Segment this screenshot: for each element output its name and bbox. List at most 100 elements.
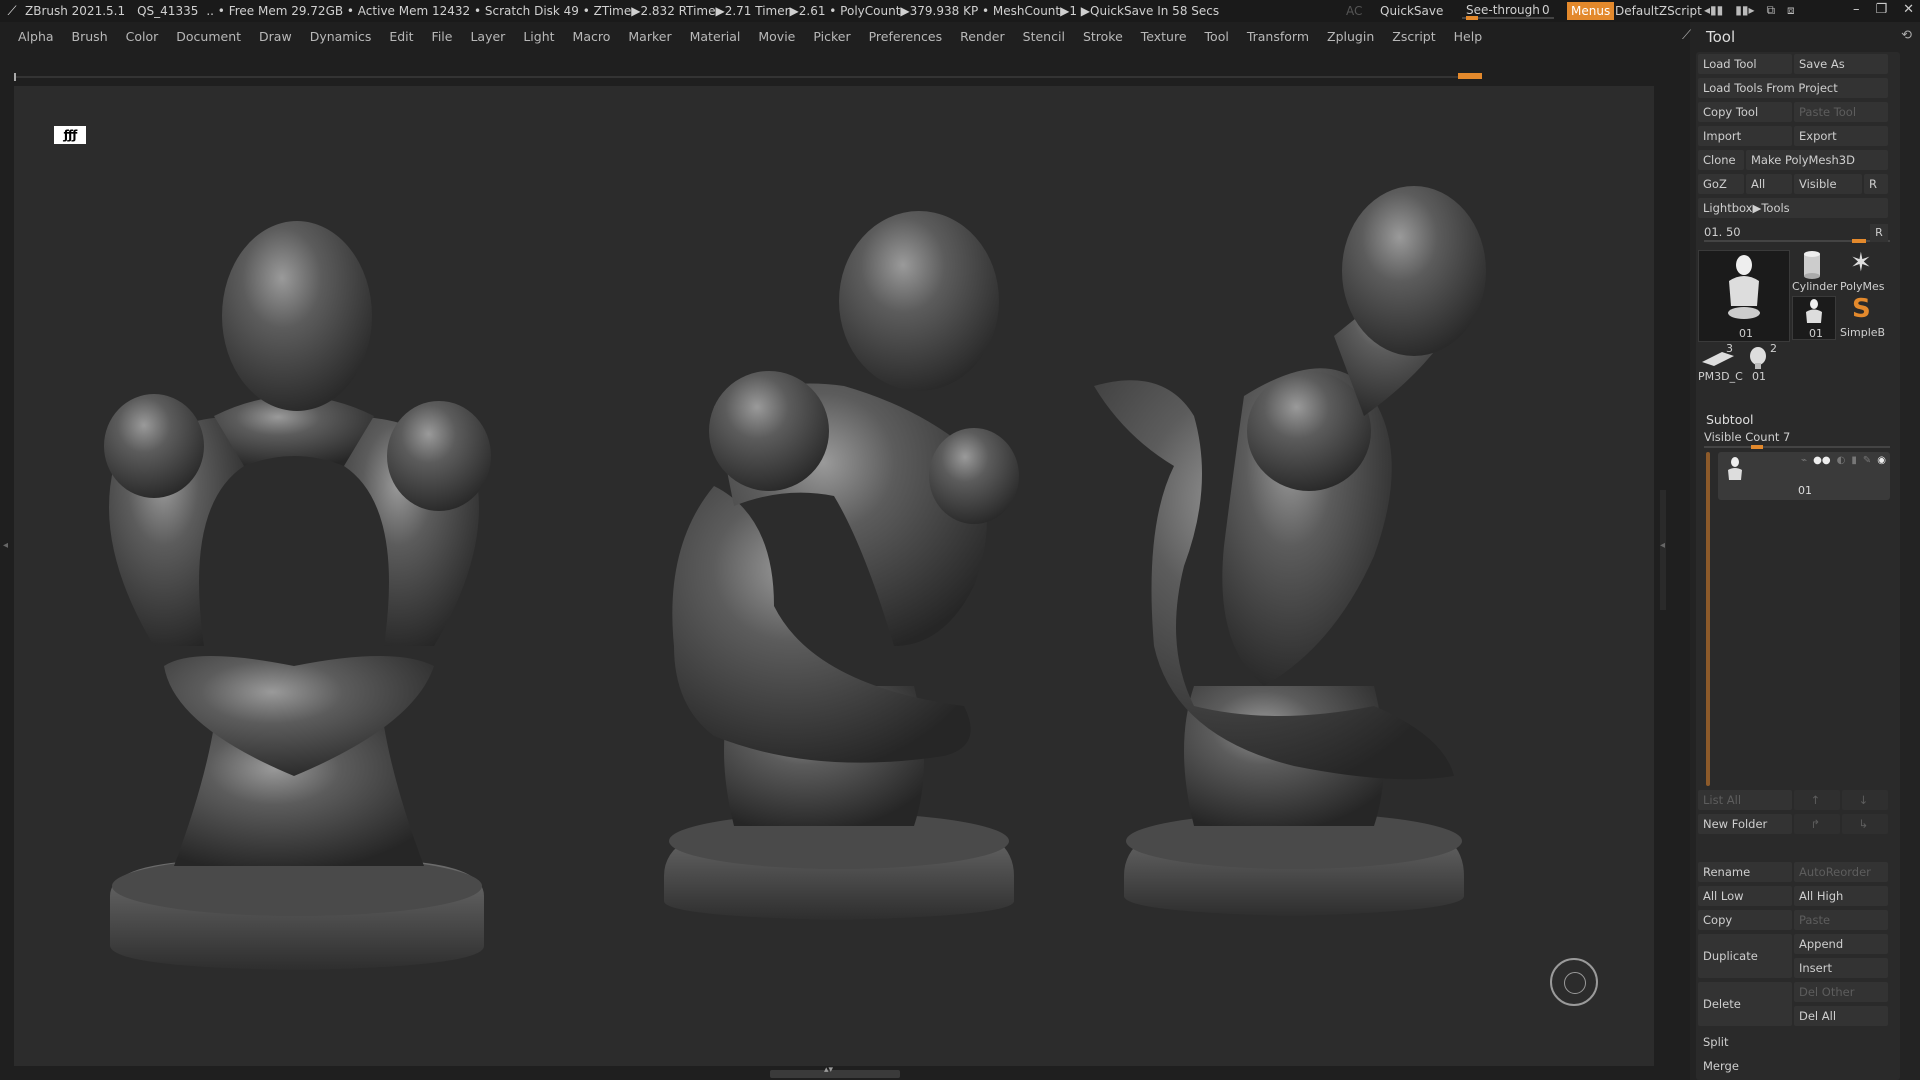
- timeline-marker[interactable]: [1458, 73, 1482, 79]
- save-as-button[interactable]: Save As: [1794, 54, 1888, 74]
- refresh-icon[interactable]: ⟲: [1901, 28, 1912, 43]
- menu-light[interactable]: Light: [523, 29, 554, 44]
- menu-transform[interactable]: Transform: [1247, 29, 1309, 44]
- layout-right-icon[interactable]: ▮▮▸: [1735, 3, 1754, 18]
- tool-thumb-small-figure[interactable]: 01: [1792, 296, 1836, 340]
- menu-document[interactable]: Document: [176, 29, 241, 44]
- menu-dynamics[interactable]: Dynamics: [310, 29, 372, 44]
- restore-icon[interactable]: ❐: [1875, 2, 1887, 17]
- paste-subtool-button[interactable]: Paste: [1794, 910, 1888, 930]
- new-folder-button[interactable]: New Folder: [1698, 814, 1792, 834]
- clone-button[interactable]: Clone: [1698, 150, 1744, 170]
- make-polymesh3d-button[interactable]: Make PolyMesh3D: [1746, 150, 1888, 170]
- tool-thumb-pm3d[interactable]: 3 PM3D_C: [1698, 342, 1743, 388]
- ac-toggle[interactable]: AC: [1346, 4, 1362, 18]
- menu-preferences[interactable]: Preferences: [869, 29, 943, 44]
- left-tray-handle[interactable]: [3, 540, 10, 620]
- move-up-arrow-icon[interactable]: ↑: [1794, 790, 1840, 810]
- menu-texture[interactable]: Texture: [1141, 29, 1187, 44]
- tool-panel-header[interactable]: ⟋ Tool ⟲: [1682, 26, 1912, 50]
- subtool-mask-icon[interactable]: ◐: [1837, 455, 1846, 466]
- bottom-tray-handle[interactable]: [770, 1065, 900, 1078]
- subtool-lock-icon[interactable]: ▮: [1851, 455, 1857, 466]
- timeline-track[interactable]: [14, 73, 1482, 81]
- paste-tool-button[interactable]: Paste Tool: [1794, 102, 1888, 122]
- goz-all-button[interactable]: All: [1746, 174, 1792, 194]
- window-swap-icon[interactable]: ⧉: [1766, 3, 1775, 18]
- list-all-button[interactable]: List All: [1698, 790, 1792, 810]
- menu-marker[interactable]: Marker: [628, 29, 671, 44]
- menu-help[interactable]: Help: [1454, 29, 1483, 44]
- rename-button[interactable]: Rename: [1698, 862, 1792, 882]
- default-zscript-button[interactable]: DefaultZScript: [1615, 4, 1702, 18]
- menu-render[interactable]: Render: [960, 29, 1005, 44]
- copy-subtool-button[interactable]: Copy: [1698, 910, 1792, 930]
- visible-count-knob[interactable]: [1751, 445, 1763, 449]
- tool-thumb-head[interactable]: 2 01: [1744, 342, 1788, 388]
- menu-draw[interactable]: Draw: [259, 29, 292, 44]
- quicksave-button[interactable]: QuickSave: [1380, 4, 1443, 18]
- see-through-knob[interactable]: [1466, 16, 1478, 20]
- menus-button[interactable]: Menus: [1567, 2, 1615, 20]
- navigation-gizmo-icon[interactable]: [1550, 958, 1598, 1006]
- subtool-title[interactable]: Subtool: [1706, 412, 1753, 427]
- subtool-brush-icon[interactable]: ⌁: [1801, 455, 1807, 466]
- menu-brush[interactable]: Brush: [72, 29, 108, 44]
- subtool-edit-icon[interactable]: ✎: [1863, 455, 1871, 466]
- menu-file[interactable]: File: [432, 29, 453, 44]
- subtool-item[interactable]: ⌁ ●● ◐ ▮ ✎ ◉ 01: [1718, 452, 1890, 500]
- move-out-folder-icon[interactable]: ↳: [1842, 814, 1888, 834]
- document-canvas[interactable]: ƒƒƒ: [14, 86, 1654, 1066]
- tool-slider-knob[interactable]: [1852, 239, 1866, 243]
- menu-alpha[interactable]: Alpha: [18, 29, 54, 44]
- goz-r-button[interactable]: R: [1864, 174, 1888, 194]
- tool-slider[interactable]: 01. 50: [1704, 224, 1890, 243]
- tool-slider-r-button[interactable]: R: [1870, 224, 1888, 242]
- menu-color[interactable]: Color: [126, 29, 159, 44]
- menu-zplugin[interactable]: Zplugin: [1327, 29, 1374, 44]
- import-button[interactable]: Import: [1698, 126, 1792, 146]
- load-tool-button[interactable]: Load Tool: [1698, 54, 1792, 74]
- menu-tool[interactable]: Tool: [1205, 29, 1229, 44]
- move-to-folder-icon[interactable]: ↱: [1794, 814, 1840, 834]
- close-icon[interactable]: ✕: [1903, 2, 1914, 17]
- menu-picker[interactable]: Picker: [813, 29, 850, 44]
- see-through-slider[interactable]: See-through 0: [1462, 2, 1554, 20]
- subtool-polypaint-icon[interactable]: ●●: [1813, 455, 1830, 466]
- layout-left-icon[interactable]: ◂▮▮: [1704, 3, 1723, 18]
- menu-stroke[interactable]: Stroke: [1083, 29, 1123, 44]
- zbrush-logo-icon[interactable]: ⟋: [2, 1, 22, 21]
- insert-button[interactable]: Insert: [1794, 958, 1888, 978]
- visible-count-slider[interactable]: Visible Count 7: [1704, 430, 1890, 449]
- load-tools-from-project-button[interactable]: Load Tools From Project: [1698, 78, 1888, 98]
- menu-edit[interactable]: Edit: [389, 29, 413, 44]
- tool-thumb-cylinder[interactable]: Cylinder: [1792, 250, 1838, 294]
- del-all-button[interactable]: Del All: [1794, 1006, 1888, 1026]
- tool-thumb-polymesh[interactable]: ✶ PolyMes: [1838, 248, 1886, 294]
- all-low-button[interactable]: All Low: [1698, 886, 1792, 906]
- copy-tool-button[interactable]: Copy Tool: [1698, 102, 1792, 122]
- append-button[interactable]: Append: [1794, 934, 1888, 954]
- export-button[interactable]: Export: [1794, 126, 1888, 146]
- del-other-button[interactable]: Del Other: [1794, 982, 1888, 1002]
- all-high-button[interactable]: All High: [1794, 886, 1888, 906]
- tool-thumb-simpleb[interactable]: S SimpleB: [1838, 294, 1886, 340]
- right-tray-handle[interactable]: [1660, 490, 1666, 610]
- move-down-arrow-icon[interactable]: ↓: [1842, 790, 1888, 810]
- split-section-button[interactable]: Split: [1698, 1032, 1888, 1052]
- menu-layer[interactable]: Layer: [470, 29, 505, 44]
- pin-icon[interactable]: ⟋: [1682, 28, 1691, 43]
- minimize-icon[interactable]: –: [1853, 2, 1860, 17]
- tool-thumb-main[interactable]: 01: [1698, 250, 1790, 342]
- menu-macro[interactable]: Macro: [573, 29, 611, 44]
- lightbox-tools-button[interactable]: Lightbox▶Tools: [1698, 198, 1888, 218]
- auto-reorder-button[interactable]: AutoReorder: [1794, 862, 1888, 882]
- delete-button[interactable]: Delete: [1698, 982, 1792, 1026]
- goz-button[interactable]: GoZ: [1698, 174, 1744, 194]
- goz-visible-button[interactable]: Visible: [1794, 174, 1862, 194]
- menu-movie[interactable]: Movie: [758, 29, 795, 44]
- subtool-visibility-eye-icon[interactable]: ◉: [1877, 455, 1886, 466]
- subtool-list-scrollbar[interactable]: [1706, 452, 1710, 786]
- window-layout-icon[interactable]: ⧈: [1787, 3, 1795, 18]
- menu-zscript[interactable]: Zscript: [1392, 29, 1435, 44]
